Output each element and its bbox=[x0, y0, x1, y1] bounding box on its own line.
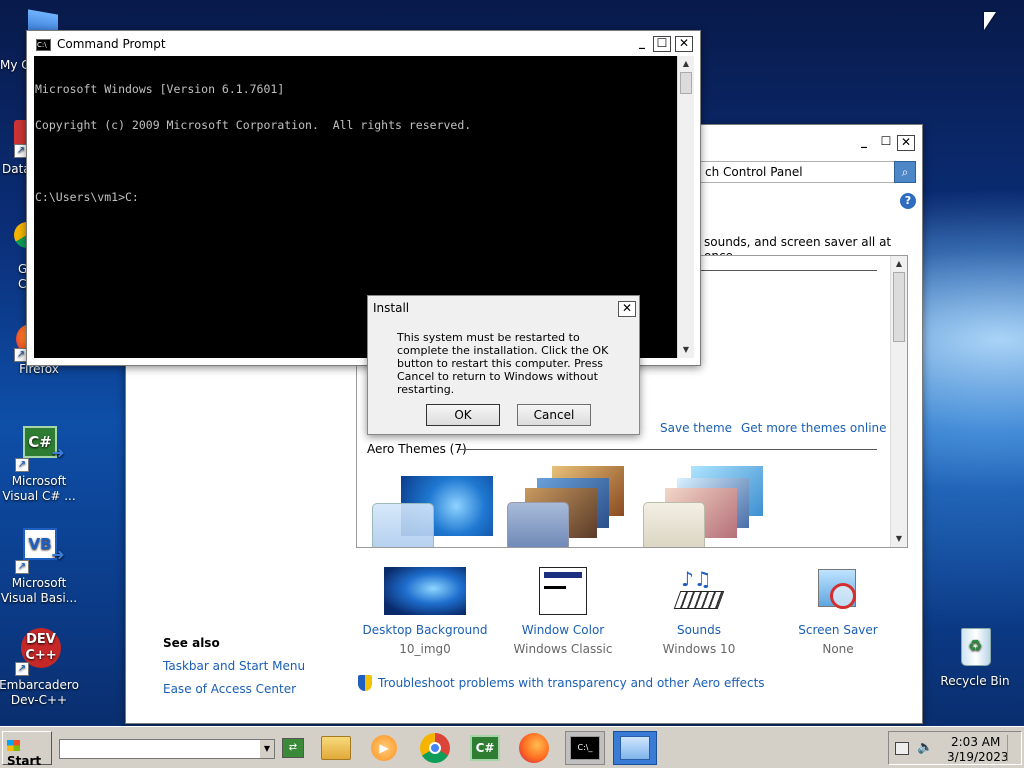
sounds-value: Windows 10 bbox=[662, 642, 736, 656]
recycle-bin-icon: ♻ bbox=[951, 624, 999, 672]
troubleshoot-link[interactable]: Troubleshoot problems with transparency … bbox=[378, 676, 765, 690]
scroll-up-arrow-icon[interactable]: ▲ bbox=[679, 56, 693, 72]
minimize-button[interactable]: _ bbox=[633, 36, 651, 52]
console-line: Copyright (c) 2009 Microsoft Corporation… bbox=[35, 118, 472, 132]
close-button[interactable]: ✕ bbox=[675, 36, 693, 52]
console-scrollbar[interactable]: ▲ ▼ bbox=[677, 56, 694, 358]
dialog-message: This system must be restarted to complet… bbox=[397, 331, 609, 396]
desktop-icon-label: Recycle Bin bbox=[940, 674, 1010, 688]
see-also-heading: See also bbox=[163, 636, 220, 650]
desktop-icon-devcpp[interactable]: DEV C++ ↗ Embarcadero Dev-C++ bbox=[0, 628, 79, 708]
sounds-icon: ♪♫ bbox=[673, 567, 725, 615]
dropdown-arrow-icon[interactable]: ▼ bbox=[260, 740, 274, 758]
firefox-taskbar-icon[interactable] bbox=[516, 731, 552, 765]
taskbar-start-menu-link[interactable]: Taskbar and Start Menu bbox=[163, 659, 305, 673]
desktop-background-item[interactable]: Desktop Background 10_img0 bbox=[358, 567, 492, 656]
console-line: Microsoft Windows [Version 6.1.7601] bbox=[35, 82, 285, 96]
divider bbox=[459, 449, 877, 450]
desktop-background-link[interactable]: Desktop Background bbox=[358, 623, 492, 637]
network-icon[interactable] bbox=[895, 742, 909, 755]
scroll-thumb[interactable] bbox=[680, 72, 692, 94]
desktop-background-value: 10_img0 bbox=[399, 642, 451, 656]
save-theme-link[interactable]: Save theme bbox=[660, 421, 732, 435]
ok-button[interactable]: OK bbox=[426, 404, 500, 426]
go-button[interactable]: ⇄ bbox=[282, 738, 304, 758]
clock-time: 2:03 AM bbox=[951, 735, 1001, 749]
desktop-icon-label: Microsoft Visual C# ... bbox=[2, 474, 76, 503]
shortcut-arrow-icon: ↗ bbox=[15, 662, 29, 676]
close-button[interactable]: ✕ bbox=[897, 135, 915, 151]
window-color-link[interactable]: Window Color bbox=[496, 623, 630, 637]
address-combobox[interactable]: ▼ bbox=[59, 739, 275, 759]
maximize-button[interactable]: ☐ bbox=[877, 135, 895, 151]
get-more-themes-link[interactable]: Get more themes online bbox=[741, 421, 887, 435]
window-color-icon bbox=[539, 567, 587, 615]
desktop-icon-recycle-bin[interactable]: ♻ Recycle Bin bbox=[935, 624, 1015, 689]
sounds-item[interactable]: ♪♫ Sounds Windows 10 bbox=[632, 567, 766, 656]
scroll-down-arrow-icon[interactable]: ▼ bbox=[679, 342, 693, 358]
start-button[interactable]: Start bbox=[2, 731, 52, 768]
screen-saver-link[interactable]: Screen Saver bbox=[771, 623, 905, 637]
control-panel-taskbar-icon[interactable] bbox=[613, 731, 657, 765]
install-dialog[interactable]: Install ✕ This system must be restarted … bbox=[367, 295, 640, 435]
aero-themes-header: Aero Themes (7) bbox=[367, 442, 467, 456]
taskbar: Start ▼ ⇄ ▶ C# C:\_ 🔈 2:03 AM 3/19/2023 bbox=[0, 726, 1024, 768]
cancel-button[interactable]: Cancel bbox=[517, 404, 591, 426]
theme-list-scrollbar[interactable]: ▲ ▼ bbox=[890, 256, 907, 547]
search-input[interactable]: ch Control Panel bbox=[686, 161, 896, 183]
theme-thumbnail-windows7[interactable] bbox=[372, 471, 494, 547]
sounds-link[interactable]: Sounds bbox=[632, 623, 766, 637]
clock-date: 3/19/2023 bbox=[947, 750, 1009, 764]
visual-basic-icon: VB ➜ ↗ bbox=[15, 526, 65, 574]
shield-icon bbox=[358, 675, 372, 691]
search-placeholder: ch Control Panel bbox=[705, 165, 803, 179]
close-button[interactable]: ✕ bbox=[618, 301, 636, 317]
scroll-up-arrow-icon[interactable]: ▲ bbox=[892, 256, 906, 272]
help-icon[interactable]: ? bbox=[900, 193, 916, 209]
media-player-taskbar-icon[interactable]: ▶ bbox=[366, 731, 402, 765]
screen-saver-icon bbox=[814, 567, 862, 615]
mouse-cursor-icon bbox=[984, 12, 996, 30]
maximize-button[interactable]: ☐ bbox=[653, 36, 671, 52]
desktop-icon-label: Microsoft Visual Basi... bbox=[0, 576, 78, 605]
shortcut-arrow-icon: ↗ bbox=[15, 560, 29, 574]
dialog-title: Install bbox=[373, 301, 410, 315]
file-explorer-taskbar-icon[interactable] bbox=[318, 731, 354, 765]
show-desktop-button[interactable] bbox=[1007, 735, 1019, 761]
windows-logo-icon bbox=[7, 740, 20, 751]
screen-saver-value: None bbox=[822, 642, 854, 656]
cmd-icon: C:\ bbox=[36, 39, 51, 51]
volume-icon[interactable]: 🔈 bbox=[917, 740, 933, 755]
desktop-background-icon bbox=[384, 567, 466, 615]
minimize-button[interactable]: _ bbox=[855, 135, 873, 151]
visual-csharp-taskbar-icon[interactable]: C# bbox=[467, 731, 503, 765]
visual-csharp-icon: C# ➜ ↗ bbox=[15, 424, 65, 472]
search-button[interactable]: ⌕ bbox=[894, 161, 916, 183]
scroll-thumb[interactable] bbox=[893, 272, 905, 342]
theme-thumbnail-architecture[interactable] bbox=[507, 466, 627, 547]
window-color-value: Windows Classic bbox=[513, 642, 613, 656]
window-title: Command Prompt bbox=[57, 37, 166, 51]
ease-of-access-link[interactable]: Ease of Access Center bbox=[163, 682, 296, 696]
theme-thumbnail-characters[interactable] bbox=[643, 466, 767, 547]
desktop-icon-label: Embarcadero Dev-C++ bbox=[0, 678, 79, 707]
cmd-taskbar-icon[interactable]: C:\_ bbox=[565, 731, 605, 765]
start-label: Start bbox=[7, 754, 42, 768]
search-icon: ⌕ bbox=[901, 165, 909, 179]
chrome-taskbar-icon[interactable] bbox=[417, 731, 453, 765]
desktop-icon-visual-csharp[interactable]: C# ➜ ↗ Microsoft Visual C# ... bbox=[0, 424, 79, 504]
window-color-item[interactable]: Window Color Windows Classic bbox=[496, 567, 630, 656]
scroll-down-arrow-icon[interactable]: ▼ bbox=[892, 531, 906, 547]
desktop-icon-visual-basic[interactable]: VB ➜ ↗ Microsoft Visual Basi... bbox=[0, 526, 79, 606]
devcpp-icon: DEV C++ ↗ bbox=[15, 628, 63, 676]
shortcut-arrow-icon: ↗ bbox=[15, 458, 29, 472]
system-tray: 🔈 2:03 AM 3/19/2023 bbox=[888, 731, 1022, 765]
screen-saver-item[interactable]: Screen Saver None bbox=[771, 567, 905, 656]
console-line: C:\Users\vm1>C: bbox=[35, 190, 139, 204]
